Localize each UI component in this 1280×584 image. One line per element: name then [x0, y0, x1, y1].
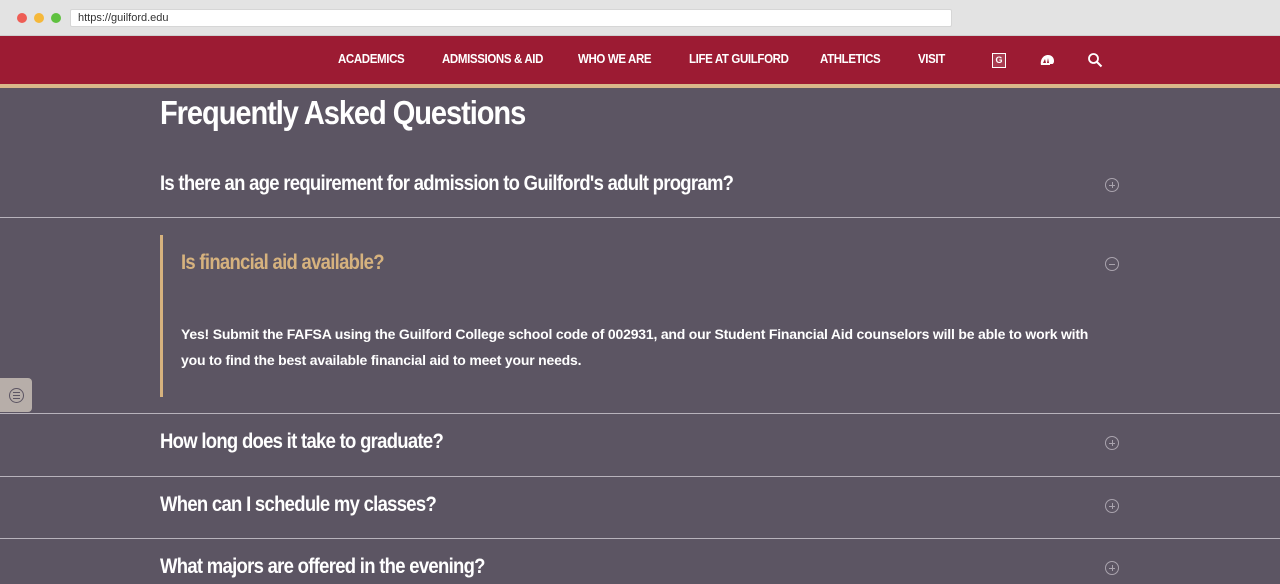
- g-logo-icon[interactable]: G: [989, 50, 1009, 70]
- faq-question-schedule-classes[interactable]: When can I schedule my classes?: [160, 493, 437, 517]
- faq-question-evening-majors[interactable]: What majors are offered in the evening?: [160, 555, 485, 579]
- expanded-accent-bar: [160, 235, 163, 397]
- expand-plus-icon[interactable]: [1105, 561, 1119, 575]
- faq-question-age-requirement[interactable]: Is there an age requirement for admissio…: [160, 172, 734, 196]
- address-bar[interactable]: https://guilford.edu: [70, 9, 952, 27]
- browser-chrome: https://guilford.edu: [0, 0, 1280, 36]
- expand-plus-icon[interactable]: [1105, 436, 1119, 450]
- collapse-minus-icon[interactable]: [1105, 257, 1119, 271]
- faq-question-financial-aid[interactable]: Is financial aid available?: [181, 251, 385, 275]
- side-chat-tab[interactable]: [0, 378, 32, 412]
- faq-divider: [0, 217, 1280, 218]
- close-window-button[interactable]: [17, 13, 27, 23]
- nav-item-admissions-aid[interactable]: ADMISSIONS & AID: [442, 36, 543, 84]
- minimize-window-button[interactable]: [34, 13, 44, 23]
- faq-divider: [0, 476, 1280, 477]
- nav-accent-stripe: [0, 84, 1280, 88]
- expand-plus-icon[interactable]: [1105, 499, 1119, 513]
- expand-plus-icon[interactable]: [1105, 178, 1119, 192]
- faq-answer-financial-aid: Yes! Submit the FAFSA using the Guilford…: [181, 326, 1089, 368]
- faq-question-graduate-time[interactable]: How long does it take to graduate?: [160, 430, 444, 454]
- faq-divider: [0, 413, 1280, 414]
- quaker-mascot-icon[interactable]: [1037, 50, 1057, 70]
- maximize-window-button[interactable]: [51, 13, 61, 23]
- faq-divider: [0, 538, 1280, 539]
- window-controls: [17, 13, 61, 23]
- search-icon[interactable]: [1085, 50, 1105, 70]
- page-title: Frequently Asked Questions: [160, 94, 526, 131]
- nav-item-athletics[interactable]: ATHLETICS: [820, 36, 881, 84]
- nav-item-academics[interactable]: ACADEMICS: [338, 36, 405, 84]
- nav-item-visit[interactable]: VISIT: [918, 36, 945, 84]
- chat-lines-icon: [8, 387, 24, 403]
- nav-item-who-we-are[interactable]: WHO WE ARE: [578, 36, 652, 84]
- site-nav: ACADEMICS ADMISSIONS & AID WHO WE ARE LI…: [0, 36, 1280, 84]
- nav-item-life-at-guilford[interactable]: LIFE AT GUILFORD: [689, 36, 789, 84]
